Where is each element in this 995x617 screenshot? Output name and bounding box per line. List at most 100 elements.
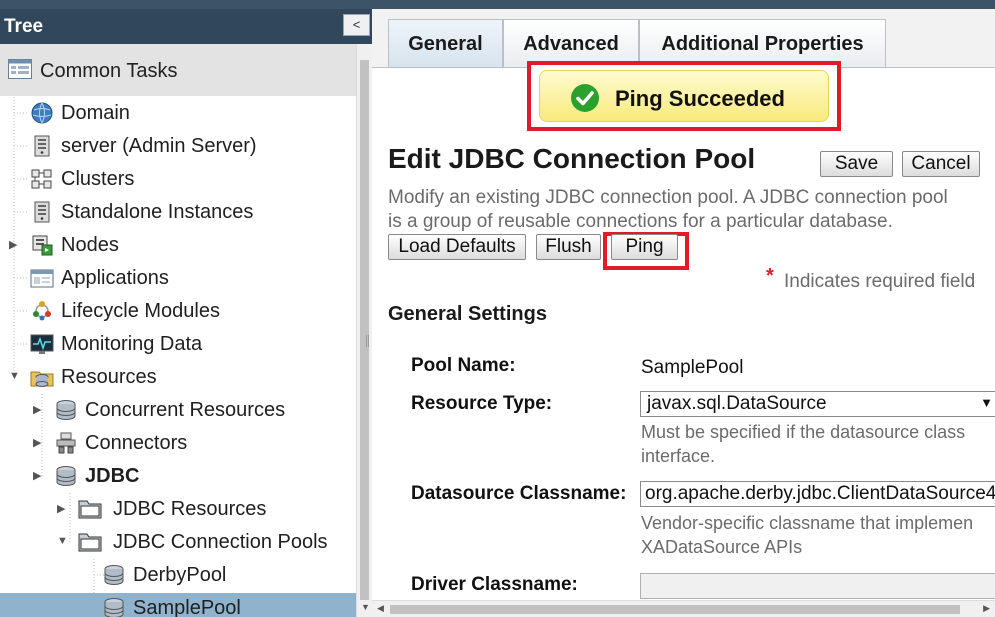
tab-general[interactable]: General — [388, 19, 503, 68]
expand-arrow-icon[interactable]: ▶ — [33, 436, 45, 449]
folder-icon — [78, 531, 102, 553]
tree-item-nodes[interactable]: ▶ Nodes — [0, 230, 356, 260]
database-icon — [54, 399, 78, 421]
tree-item-jdbc-connection-pools[interactable]: ▼ JDBC Connection Pools — [0, 527, 356, 557]
tree-item-label: Resources — [61, 366, 157, 388]
tab-label: Additional Properties — [661, 32, 864, 55]
common-tasks-icon — [8, 59, 32, 84]
server-icon — [30, 201, 54, 223]
scroll-left-arrow-icon[interactable]: ◀ — [377, 603, 384, 614]
description-line: Modify an existing JDBC connection pool.… — [388, 187, 948, 208]
database-icon — [54, 465, 78, 487]
help-line: interface. — [641, 446, 716, 466]
page-description: Modify an existing JDBC connection pool.… — [388, 186, 988, 234]
help-line: Vendor-specific classname that implemen — [641, 513, 974, 533]
resource-type-value: javax.sql.DataSource — [647, 393, 827, 414]
page-title: Edit JDBC Connection Pool — [388, 143, 756, 174]
content-horizontal-scrollbar[interactable]: ◀ ▶ — [372, 600, 995, 617]
tree-item-label: Clusters — [61, 168, 135, 190]
tree-item-clusters[interactable]: Clusters — [0, 164, 356, 194]
tree-item-label: Nodes — [61, 234, 119, 256]
lifecycle-icon — [30, 300, 54, 322]
database-icon — [102, 564, 126, 586]
datasource-classname-input[interactable]: org.apache.derby.jdbc.ClientDataSource4 — [640, 481, 995, 507]
tree-pane: Tree < Common Tasks Domain server (Admin… — [0, 9, 372, 617]
tree-item-jdbc-resources[interactable]: ▶ JDBC Resources — [0, 494, 356, 524]
expand-arrow-icon[interactable]: ▶ — [9, 238, 21, 251]
tree-item-label: DerbyPool — [133, 564, 227, 586]
common-tasks-link[interactable]: Common Tasks — [0, 44, 356, 96]
load-defaults-label: Load Defaults — [398, 236, 516, 257]
cancel-button[interactable]: Cancel — [902, 151, 980, 177]
tree-item-label: JDBC — [85, 465, 140, 487]
datasource-classname-value: org.apache.derby.jdbc.ClientDataSource4 — [645, 483, 995, 504]
resources-icon — [30, 366, 54, 388]
common-tasks-label: Common Tasks — [40, 60, 178, 82]
tab-label: Advanced — [523, 32, 619, 55]
expand-arrow-icon[interactable]: ▶ — [57, 502, 69, 515]
collapse-tree-button[interactable]: < — [343, 14, 370, 36]
success-check-icon — [571, 84, 599, 112]
tree-item-label: Monitoring Data — [61, 333, 203, 355]
database-icon — [102, 597, 126, 617]
scroll-down-arrow-icon[interactable]: ▼ — [361, 602, 370, 612]
resource-type-select[interactable]: javax.sql.DataSource ▼ — [640, 391, 995, 417]
cluster-icon — [30, 168, 54, 190]
driver-classname-input[interactable] — [640, 573, 995, 599]
tree-item-label: Lifecycle Modules — [61, 300, 220, 322]
tree-item-label: Standalone Instances — [61, 201, 254, 223]
tree-item-label: JDBC Resources — [113, 498, 267, 520]
tree-item-applications[interactable]: Applications — [0, 263, 356, 293]
tree-item-monitoring-data[interactable]: Monitoring Data — [0, 329, 356, 359]
server-icon — [30, 135, 54, 157]
tree-item-standalone-instances[interactable]: Standalone Instances — [0, 197, 356, 227]
save-button-label: Save — [834, 153, 879, 174]
ping-label: Ping — [625, 236, 664, 257]
pool-name-label: Pool Name: — [411, 355, 516, 376]
resource-type-label: Resource Type: — [411, 393, 553, 414]
expand-arrow-icon[interactable]: ▶ — [33, 469, 45, 482]
save-button[interactable]: Save — [820, 151, 893, 177]
tab-bar: General Advanced Additional Properties — [372, 9, 995, 68]
tree-item-jdbc[interactable]: ▶ JDBC — [0, 461, 356, 491]
tree-item-domain[interactable]: Domain — [0, 98, 356, 128]
required-field-note: Indicates required field — [784, 271, 976, 292]
tree-item-admin-server[interactable]: server (Admin Server) — [0, 131, 356, 161]
help-line: Must be specified if the datasource clas… — [641, 422, 966, 442]
tree-item-concurrent-resources[interactable]: ▶ Concurrent Resources — [0, 395, 356, 425]
ping-message-highlight: Ping Succeeded — [527, 61, 841, 131]
content-scrollbar-thumb[interactable] — [390, 605, 960, 614]
tree-item-samplepool[interactable]: SamplePool — [0, 593, 356, 617]
datasource-classname-label: Datasource Classname: — [411, 483, 627, 504]
load-defaults-button[interactable]: Load Defaults — [388, 234, 526, 260]
expand-arrow-icon[interactable]: ▶ — [33, 403, 45, 416]
tree-item-lifecycle-modules[interactable]: Lifecycle Modules — [0, 296, 356, 326]
tree-vertical-scrollbar[interactable]: ▼ — [356, 44, 372, 617]
tree-item-connectors[interactable]: ▶ Connectors — [0, 428, 356, 458]
dropdown-arrow-icon: ▼ — [980, 395, 993, 410]
monitor-icon — [30, 333, 54, 355]
section-title: General Settings — [388, 303, 547, 325]
required-star: * — [766, 265, 774, 287]
collapse-arrow-icon[interactable]: ▼ — [9, 370, 21, 382]
app-window: Tree < Common Tasks Domain server (Admin… — [0, 0, 995, 617]
scrollbar-grip-icon — [366, 335, 369, 347]
window-icon — [30, 267, 54, 289]
scroll-right-arrow-icon[interactable]: ▶ — [983, 603, 990, 614]
help-line: XADataSource APIs — [641, 537, 803, 557]
tree-item-label: JDBC Connection Pools — [113, 531, 328, 553]
nodes-icon — [30, 234, 54, 256]
tree-title: Tree — [4, 16, 44, 37]
globe-icon — [30, 102, 54, 124]
datasource-classname-help: Vendor-specific classname that implemen … — [641, 511, 973, 559]
tree-item-label: Domain — [61, 102, 130, 124]
tree-scrollbar-thumb[interactable] — [360, 60, 369, 600]
ping-message-text: Ping Succeeded — [615, 86, 785, 111]
tree-item-label: Applications — [61, 267, 169, 289]
ping-button[interactable]: Ping — [611, 234, 678, 260]
tree-item-derbypool[interactable]: DerbyPool — [0, 560, 356, 590]
flush-button[interactable]: Flush — [536, 234, 601, 260]
collapse-arrow-icon[interactable]: ▼ — [57, 535, 69, 547]
tree-item-resources[interactable]: ▼ Resources — [0, 362, 356, 392]
tree-header: Tree < — [0, 9, 372, 44]
